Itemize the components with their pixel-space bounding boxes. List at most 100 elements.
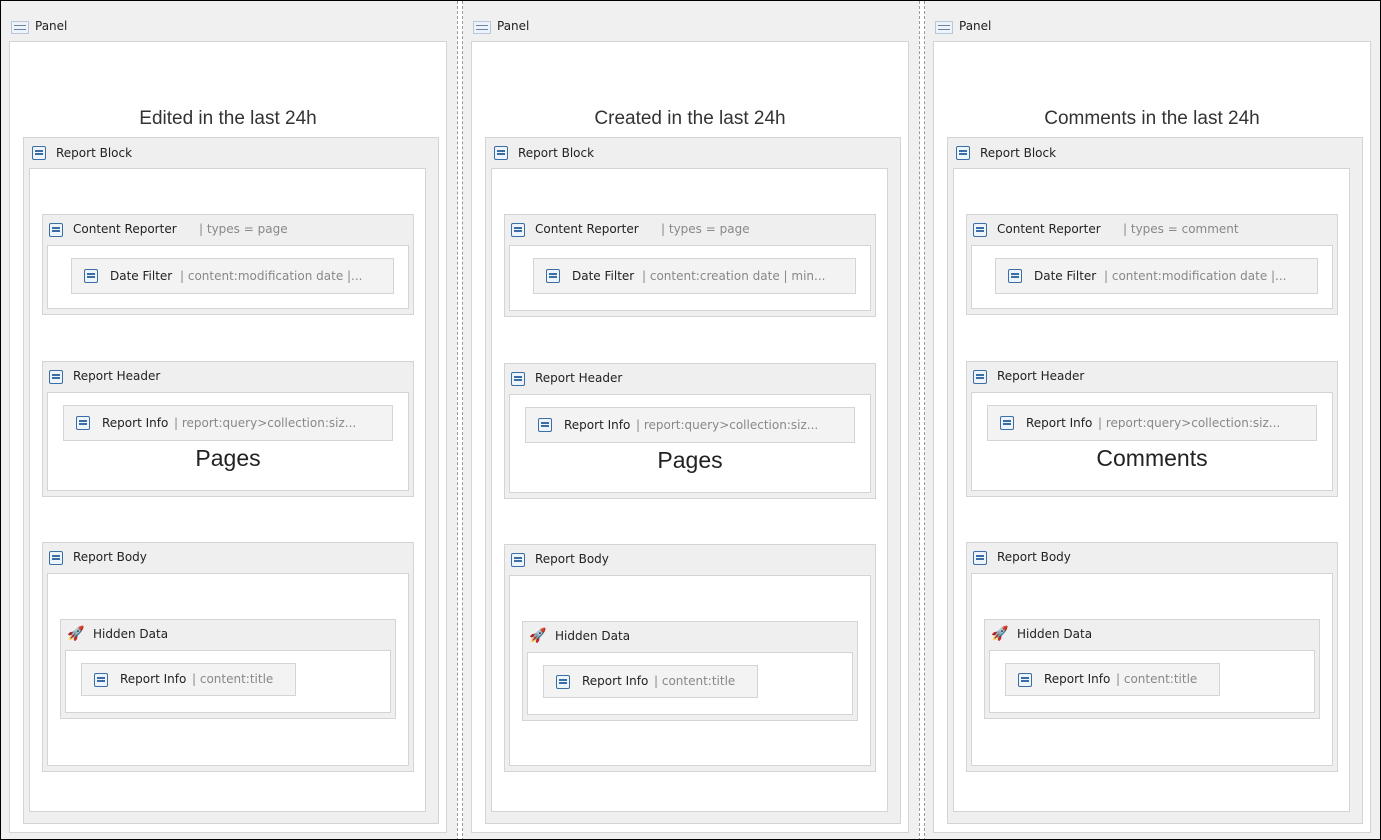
hidden-data-body: Report Info | content:title	[989, 650, 1315, 713]
report-block[interactable]: Report Block Content Reporter | types = …	[485, 137, 901, 824]
hidden-data-label: Hidden Data	[555, 629, 631, 643]
content-reporter-label: Content Reporter	[73, 222, 177, 236]
report-header[interactable]: Report Header Report Info | report:query…	[966, 361, 1338, 497]
report-info-icon	[76, 416, 90, 430]
report-body-content: 🚀 Hidden Data Report Info | content:titl…	[509, 575, 871, 766]
hidden-data[interactable]: 🚀 Hidden Data Report Info | content:titl…	[984, 619, 1320, 719]
report-info-label: Report Info	[1026, 416, 1093, 430]
report-body[interactable]: Report Body 🚀 Hidden Data Report Info | …	[504, 544, 876, 772]
hidden-data-label: Hidden Data	[93, 627, 169, 641]
hidden-data[interactable]: 🚀 Hidden Data Report Info | content:titl…	[522, 621, 858, 721]
header-big-label: Pages	[657, 447, 723, 473]
report-header-body: Report Info | report:query>collection:si…	[47, 392, 409, 491]
content-reporter-icon	[49, 223, 63, 237]
content-reporter[interactable]: Content Reporter | types = page Date Fil…	[504, 214, 876, 317]
report-body-label: Report Body	[73, 550, 147, 564]
date-filter-meta: | content:creation date | min...	[642, 269, 826, 283]
report-info-meta: | report:query>collection:siz...	[174, 416, 357, 430]
report-body-label: Report Body	[997, 550, 1071, 564]
panel-body: Created in the last 24h Report Block Con…	[471, 41, 909, 833]
content-reporter-body: Date Filter | content:modification date …	[47, 245, 409, 309]
panel-header[interactable]: Panel	[1, 1, 457, 41]
header-big-label: Pages	[195, 445, 261, 471]
panel-icon	[473, 21, 491, 34]
date-filter[interactable]: Date Filter | content:modification date …	[995, 258, 1318, 294]
report-header-label: Report Header	[73, 369, 161, 383]
report-info-icon	[556, 675, 570, 689]
editor-frame: Panel Edited in the last 24h Report Bloc…	[0, 0, 1381, 840]
content-reporter[interactable]: Content Reporter | types = comment Date …	[966, 214, 1338, 315]
date-filter-icon	[546, 269, 560, 283]
rocket-icon: 🚀	[67, 626, 85, 642]
body-report-info[interactable]: Report Info | content:title	[1005, 663, 1220, 696]
report-block-header[interactable]: Report Block	[24, 138, 438, 168]
report-body[interactable]: Report Body 🚀 Hidden Data Report Info | …	[42, 542, 414, 772]
report-header-icon	[49, 370, 63, 384]
report-block-header[interactable]: Report Block	[948, 138, 1362, 168]
content-reporter-meta: | types = comment	[1123, 222, 1239, 236]
hidden-data-body: Report Info | content:title	[527, 652, 853, 715]
report-header-body: Report Info | report:query>collection:si…	[971, 392, 1333, 491]
report-block-label: Report Block	[56, 146, 133, 160]
hidden-data[interactable]: 🚀 Hidden Data Report Info | content:titl…	[60, 619, 396, 719]
panel-column-3: Panel Comments in the last 24h Report Bl…	[925, 1, 1380, 839]
report-info-meta: | content:title	[192, 672, 274, 686]
date-filter-label: Date Filter	[1034, 269, 1097, 283]
content-reporter-body: Date Filter | content:modification date …	[971, 245, 1333, 309]
report-header-icon	[973, 370, 987, 384]
panel-column-1: Panel Edited in the last 24h Report Bloc…	[1, 1, 457, 839]
header-report-info[interactable]: Report Info | report:query>collection:si…	[525, 407, 855, 443]
report-info-label: Report Info	[1044, 672, 1111, 686]
header-report-info[interactable]: Report Info | report:query>collection:si…	[987, 405, 1317, 441]
report-info-label: Report Info	[120, 672, 187, 686]
report-block-label: Report Block	[518, 146, 595, 160]
report-header[interactable]: Report Header Report Info | report:query…	[504, 363, 876, 499]
body-report-info[interactable]: Report Info | content:title	[543, 665, 758, 698]
date-filter-label: Date Filter	[110, 269, 173, 283]
report-block[interactable]: Report Block Content Reporter | types = …	[23, 137, 439, 824]
report-block-label: Report Block	[980, 146, 1057, 160]
report-info-label: Report Info	[102, 416, 169, 430]
panel-icon	[11, 21, 29, 34]
report-info-icon	[538, 418, 552, 432]
report-block-header[interactable]: Report Block	[486, 138, 900, 168]
date-filter-meta: | content:modification date |...	[1104, 269, 1287, 283]
date-filter-label: Date Filter	[572, 269, 635, 283]
report-block-icon	[956, 146, 970, 160]
content-reporter[interactable]: Content Reporter | types = page Date Fil…	[42, 214, 414, 315]
report-body-content: 🚀 Hidden Data Report Info | content:titl…	[47, 573, 409, 766]
panel-icon	[935, 21, 953, 34]
report-header-icon	[511, 372, 525, 386]
report-header[interactable]: Report Header Report Info | report:query…	[42, 361, 414, 497]
report-info-meta: | report:query>collection:siz...	[636, 418, 819, 432]
content-reporter-label: Content Reporter	[997, 222, 1101, 236]
panel-title: Comments in the last 24h	[1044, 108, 1260, 129]
report-body[interactable]: Report Body 🚀 Hidden Data Report Info | …	[966, 542, 1338, 772]
report-header-label: Report Header	[997, 369, 1085, 383]
panel-column-2: Panel Created in the last 24h Report Blo…	[463, 1, 919, 839]
hidden-data-label: Hidden Data	[1017, 627, 1093, 641]
report-info-meta: | content:title	[1116, 672, 1198, 686]
panel-header[interactable]: Panel	[925, 1, 1380, 41]
report-body-label: Report Body	[535, 552, 609, 566]
content-reporter-body: Date Filter | content:creation date | mi…	[509, 245, 871, 311]
panel-header[interactable]: Panel	[463, 1, 919, 41]
date-filter[interactable]: Date Filter | content:modification date …	[71, 258, 394, 294]
body-report-info[interactable]: Report Info | content:title	[81, 663, 296, 696]
content-reporter-label: Content Reporter	[535, 222, 639, 236]
report-block[interactable]: Report Block Content Reporter | types = …	[947, 137, 1363, 824]
panel-title: Created in the last 24h	[594, 108, 786, 129]
panel-title: Edited in the last 24h	[139, 108, 317, 129]
report-info-icon	[1000, 416, 1014, 430]
report-info-meta: | report:query>collection:siz...	[1098, 416, 1281, 430]
report-info-icon	[94, 673, 108, 687]
panel-body: Comments in the last 24h Report Block Co…	[933, 41, 1371, 833]
header-big-label: Comments	[1096, 445, 1208, 471]
report-block-body: Content Reporter | types = page Date Fil…	[491, 168, 888, 812]
report-block-body: Content Reporter | types = page Date Fil…	[29, 168, 426, 812]
header-report-info[interactable]: Report Info | report:query>collection:si…	[63, 405, 393, 441]
report-header-body: Report Info | report:query>collection:si…	[509, 394, 871, 493]
content-reporter-meta: | types = page	[199, 222, 288, 236]
date-filter[interactable]: Date Filter | content:creation date | mi…	[533, 258, 856, 294]
report-body-icon	[973, 551, 987, 565]
